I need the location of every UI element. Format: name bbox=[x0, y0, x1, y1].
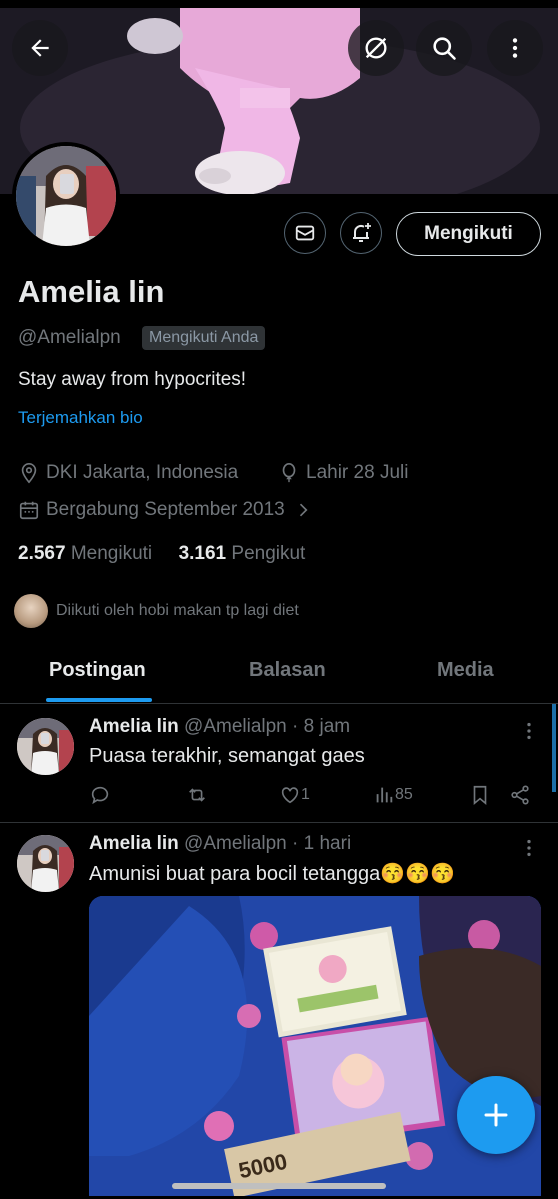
avatar-image bbox=[16, 146, 116, 246]
follow-counts: 2.567 Mengikuti 3.161 Pengikut bbox=[18, 543, 305, 565]
search-button[interactable] bbox=[416, 20, 472, 76]
reply-button[interactable] bbox=[89, 784, 111, 806]
message-button[interactable] bbox=[284, 212, 326, 254]
bookmark-icon bbox=[473, 785, 487, 806]
envelope-icon bbox=[295, 225, 315, 241]
chevron-right-icon bbox=[299, 503, 308, 517]
profile-handle: @Amelialpn bbox=[18, 327, 121, 348]
post-author-name[interactable]: Amelia lin bbox=[89, 833, 179, 854]
translate-bio-link[interactable]: Terjemahkan bio bbox=[18, 408, 143, 428]
like-button[interactable]: 1 bbox=[279, 784, 310, 806]
post-more-icon[interactable] bbox=[518, 720, 540, 742]
post-avatar[interactable] bbox=[17, 835, 74, 892]
followed-by-text: Diikuti oleh hobi makan tp lagi diet bbox=[56, 602, 299, 619]
views-bar-icon bbox=[376, 787, 393, 803]
compose-post-button[interactable] bbox=[457, 1076, 535, 1154]
profile-avatar[interactable] bbox=[12, 142, 120, 250]
tab-media[interactable]: Media bbox=[437, 659, 494, 682]
location-text: DKI Jakarta, Indonesia bbox=[46, 462, 239, 483]
heart-icon bbox=[281, 787, 299, 804]
followers-count: 3.161 bbox=[178, 543, 227, 564]
active-tab-indicator bbox=[46, 698, 152, 702]
share-icon bbox=[511, 785, 529, 805]
plus-icon bbox=[484, 1103, 508, 1127]
post-author-name[interactable]: Amelia lin bbox=[89, 716, 179, 737]
post-item[interactable]: Amelia lin @Amelialpn · 8 jam Puasa tera… bbox=[0, 704, 558, 822]
followers-label: Pengikut bbox=[231, 543, 306, 564]
more-vertical-icon bbox=[512, 38, 518, 58]
followed-by-row[interactable]: Diikuti oleh hobi makan tp lagi diet bbox=[14, 594, 299, 628]
tab-posts[interactable]: Postingan bbox=[49, 659, 146, 682]
post-more-icon[interactable] bbox=[518, 837, 540, 859]
bell-plus-icon bbox=[353, 223, 371, 242]
post-meta: @Amelialpn · 8 jam bbox=[184, 716, 351, 737]
tab-replies[interactable]: Balasan bbox=[249, 659, 326, 682]
followers-count-link[interactable]: 3.161 Pengikut bbox=[179, 543, 306, 564]
profile-tabs: Postingan Balasan Media bbox=[0, 645, 558, 704]
reply-icon bbox=[91, 786, 109, 805]
notifications-button[interactable] bbox=[340, 212, 382, 254]
joined-row[interactable]: Bergabung September 2013 bbox=[18, 499, 319, 521]
location-row: DKI Jakarta, Indonesia bbox=[18, 462, 238, 484]
following-count: 2.567 bbox=[18, 543, 66, 564]
post-avatar[interactable] bbox=[17, 718, 74, 775]
arrow-left-icon bbox=[31, 39, 49, 57]
repost-button[interactable] bbox=[186, 784, 208, 806]
follows-you-badge: Mengikuti Anda bbox=[142, 326, 266, 350]
search-icon bbox=[433, 37, 456, 60]
translate-toggle-button[interactable] bbox=[348, 20, 404, 76]
like-count: 1 bbox=[301, 786, 310, 803]
post-header: Amelia lin @Amelialpn · 8 jam bbox=[89, 716, 350, 738]
home-indicator[interactable] bbox=[172, 1183, 386, 1189]
mutual-follower-avatar bbox=[14, 594, 48, 628]
birthday-text: Lahir 28 Juli bbox=[306, 462, 409, 483]
back-button[interactable] bbox=[12, 20, 68, 76]
post-photo: 5000 bbox=[89, 896, 541, 1196]
bookmark-button[interactable] bbox=[469, 784, 491, 806]
no-translate-icon bbox=[365, 37, 387, 59]
following-count-link[interactable]: 2.567 Mengikuti bbox=[18, 543, 152, 564]
balloon-icon bbox=[282, 463, 296, 483]
post-text: Amunisi buat para bocil tetangga😚😚😚 bbox=[89, 863, 456, 885]
views-count: 85 bbox=[395, 786, 413, 803]
joined-text: Bergabung September 2013 bbox=[46, 499, 285, 520]
post-meta: @Amelialpn · 1 hari bbox=[184, 833, 352, 854]
post-header: Amelia lin @Amelialpn · 1 hari bbox=[89, 833, 351, 855]
calendar-icon bbox=[19, 501, 39, 520]
following-label: Mengikuti bbox=[70, 543, 153, 564]
birthday-row: Lahir 28 Juli bbox=[278, 462, 408, 484]
share-button[interactable] bbox=[509, 784, 531, 806]
repost-icon bbox=[189, 788, 205, 802]
post-text: Puasa terakhir, semangat gaes bbox=[89, 745, 365, 767]
following-button[interactable]: Mengikuti bbox=[396, 212, 541, 256]
post-actions: 1 85 bbox=[89, 781, 539, 809]
profile-bio: Stay away from hypocrites! bbox=[18, 369, 247, 390]
profile-name: Amelia lin bbox=[18, 274, 165, 309]
status-strip bbox=[0, 0, 558, 8]
more-options-button[interactable] bbox=[487, 20, 543, 76]
views-button[interactable]: 85 bbox=[373, 784, 413, 806]
location-pin-icon bbox=[21, 463, 37, 484]
post-media-image[interactable]: 5000 bbox=[89, 896, 541, 1196]
